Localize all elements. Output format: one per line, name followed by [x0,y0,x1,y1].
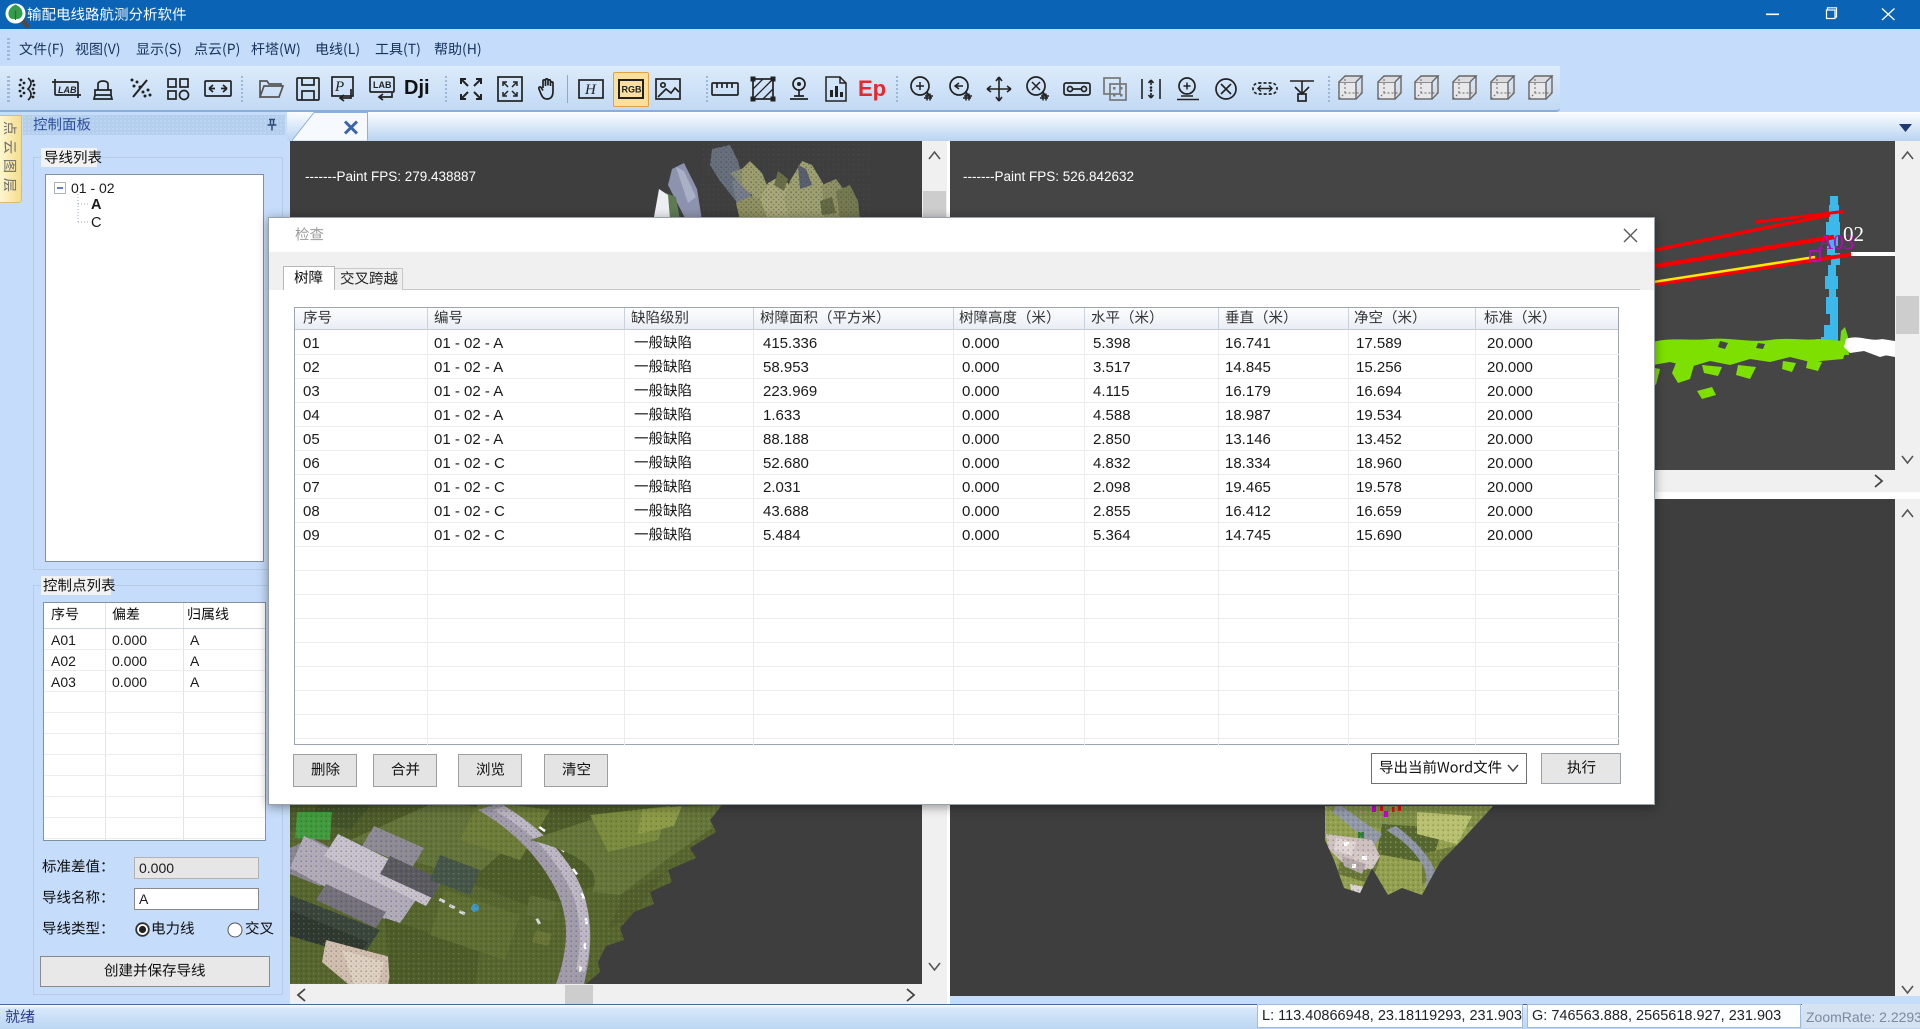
svg-text:02: 02 [1843,222,1864,246]
svg-text:H: H [584,82,597,98]
svg-text:P: P [334,79,344,95]
svg-text:LAB: LAB [58,85,77,95]
svg-text:RGB: RGB [622,85,643,95]
svg-text:LAB: LAB [373,80,392,90]
